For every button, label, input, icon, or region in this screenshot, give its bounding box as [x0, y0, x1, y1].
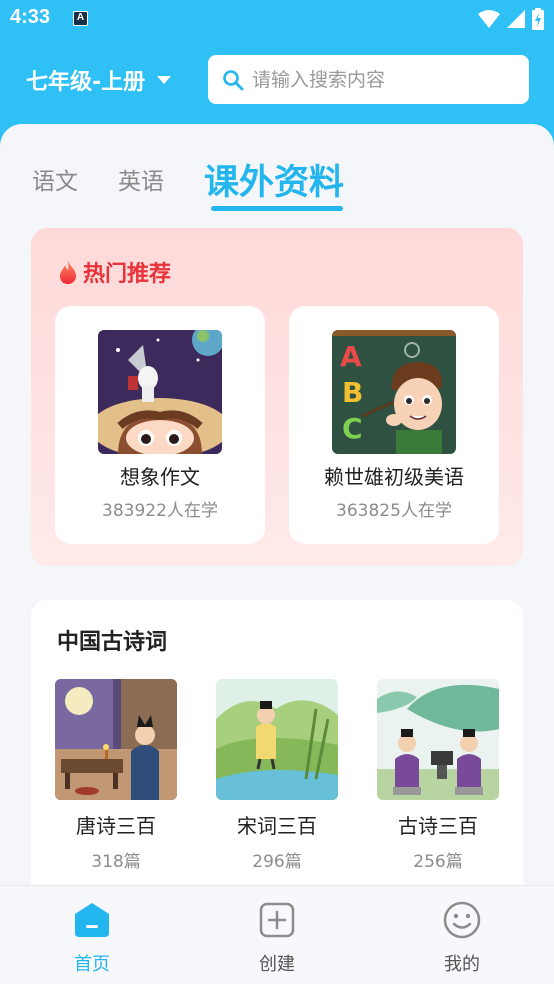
- main-panel: 语文 英语 课外资料 热门推荐 想象作文 383922人在学 A B C 赖世雄…: [0, 124, 554, 984]
- poem-item-tang[interactable]: 唐诗三百 318篇: [55, 679, 177, 872]
- ancient-poetry-thumbnail: [377, 679, 499, 800]
- caret-down-icon: [157, 76, 172, 84]
- poem-item-song[interactable]: 宋词三百 296篇: [216, 679, 338, 872]
- imagination-writing-thumbnail: [98, 330, 222, 454]
- nav-label: 首页: [74, 954, 110, 975]
- poem-count: 256篇: [413, 852, 463, 872]
- hot-card-name: 赖世雄初级美语: [324, 465, 464, 489]
- hot-title-text: 热门推荐: [83, 262, 172, 287]
- nav-label: 我的: [444, 954, 480, 975]
- poem-name: 宋词三百: [237, 814, 317, 838]
- poem-count: 318篇: [91, 852, 141, 872]
- search-box[interactable]: [208, 55, 529, 104]
- status-icons: [478, 8, 544, 30]
- signal-icon: [507, 10, 525, 28]
- poetry-title: 中国古诗词: [57, 630, 168, 655]
- nav-label: 创建: [259, 954, 295, 975]
- hot-card-lai-shixiong-english[interactable]: A B C 赖世雄初级美语 363825人在学: [289, 306, 499, 544]
- svg-text:A: A: [340, 340, 362, 373]
- poem-name: 古诗三百: [398, 814, 478, 838]
- grade-selector[interactable]: 七年级-上册: [26, 64, 172, 96]
- lai-shixiong-english-thumbnail: A B C: [332, 330, 456, 454]
- plus-square-icon: [259, 902, 295, 938]
- svg-text:C: C: [342, 412, 363, 445]
- nav-create[interactable]: 创建: [217, 900, 337, 976]
- app-notification-icon: A: [73, 11, 88, 26]
- status-time: 4:33: [10, 6, 51, 28]
- hot-section: 热门推荐 想象作文 383922人在学 A B C 赖世雄初级美语 363825…: [31, 228, 523, 566]
- nav-mine[interactable]: 我的: [402, 900, 522, 976]
- bottom-nav: 首页 创建 我的: [0, 885, 554, 984]
- poem-count: 296篇: [252, 852, 302, 872]
- wifi-icon: [478, 10, 500, 28]
- poem-item-ancient[interactable]: 古诗三百 256篇: [377, 679, 499, 872]
- grade-label: 七年级-上册: [26, 70, 146, 95]
- hot-card-imagination-writing[interactable]: 想象作文 383922人在学: [55, 306, 265, 544]
- tab-english[interactable]: 英语: [118, 162, 164, 196]
- hot-title: 热门推荐: [57, 256, 171, 288]
- tang-poetry-thumbnail: [55, 679, 177, 800]
- smiley-icon: [443, 901, 481, 939]
- active-tab-indicator: [211, 206, 343, 211]
- svg-text:B: B: [342, 376, 363, 409]
- home-icon: [75, 903, 109, 937]
- hot-card-count: 363825人在学: [336, 501, 452, 521]
- hot-card-count: 383922人在学: [102, 501, 218, 521]
- battery-icon: [532, 8, 544, 30]
- nav-home[interactable]: 首页: [32, 900, 152, 976]
- tab-chinese[interactable]: 语文: [32, 162, 78, 196]
- song-ci-thumbnail: [216, 679, 338, 800]
- poem-name: 唐诗三百: [76, 814, 156, 838]
- tab-extracurricular[interactable]: 课外资料: [204, 154, 344, 205]
- search-input[interactable]: [252, 68, 512, 91]
- flame-icon: [60, 260, 76, 284]
- search-icon: [223, 69, 244, 90]
- poetry-section: 中国古诗词 唐诗三百 318篇 宋词三百 296篇 古诗三百 256篇: [31, 600, 523, 900]
- hot-card-name: 想象作文: [120, 465, 200, 489]
- status-bar: 4:33 A: [0, 0, 554, 38]
